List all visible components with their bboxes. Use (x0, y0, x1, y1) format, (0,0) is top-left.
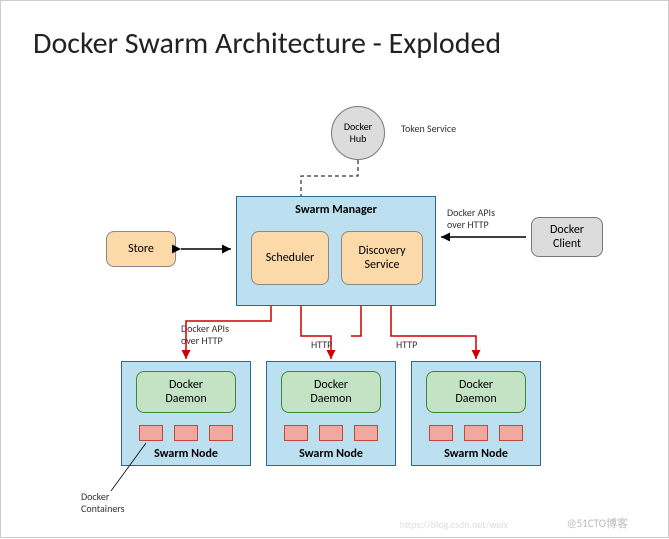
discovery-service-box: DiscoveryService (341, 231, 423, 285)
http-label-2: HTTP (396, 339, 417, 351)
page-title: Docker Swarm Architecture - Exploded (33, 25, 501, 62)
container-2a (284, 425, 308, 441)
watermark-csdn: https://blog.csdn.net/weix (400, 518, 508, 531)
container-1b (174, 425, 198, 441)
container-2c (354, 425, 378, 441)
container-3b (464, 425, 488, 441)
container-1c (209, 425, 233, 441)
token-service-label: Token Service (401, 123, 456, 135)
container-2b (319, 425, 343, 441)
container-3c (499, 425, 523, 441)
container-3a (429, 425, 453, 441)
http-label-1: HTTP (311, 339, 332, 351)
swarm-node-2-label: Swarm Node (299, 447, 363, 461)
store-box: Store (106, 231, 176, 267)
docker-hub-node: DockerHub (331, 106, 385, 160)
swarm-node-3-label: Swarm Node (444, 447, 508, 461)
scheduler-box: Scheduler (251, 231, 329, 285)
swarm-node-1-label: Swarm Node (154, 447, 218, 461)
client-api-label: Docker APIsover HTTP (447, 207, 495, 230)
docker-daemon-3: DockerDaemon (426, 371, 526, 413)
docker-containers-label: DockerContainers (81, 491, 125, 514)
docker-daemon-2: DockerDaemon (281, 371, 381, 413)
container-1a (139, 425, 163, 441)
watermark-51cto: @51CTO博客 (567, 515, 628, 531)
docker-client-box: DockerClient (531, 217, 603, 257)
node-api-label: Docker APIsover HTTP (181, 323, 229, 346)
swarm-manager-title: Swarm Manager (295, 203, 377, 217)
docker-daemon-1: DockerDaemon (136, 371, 236, 413)
